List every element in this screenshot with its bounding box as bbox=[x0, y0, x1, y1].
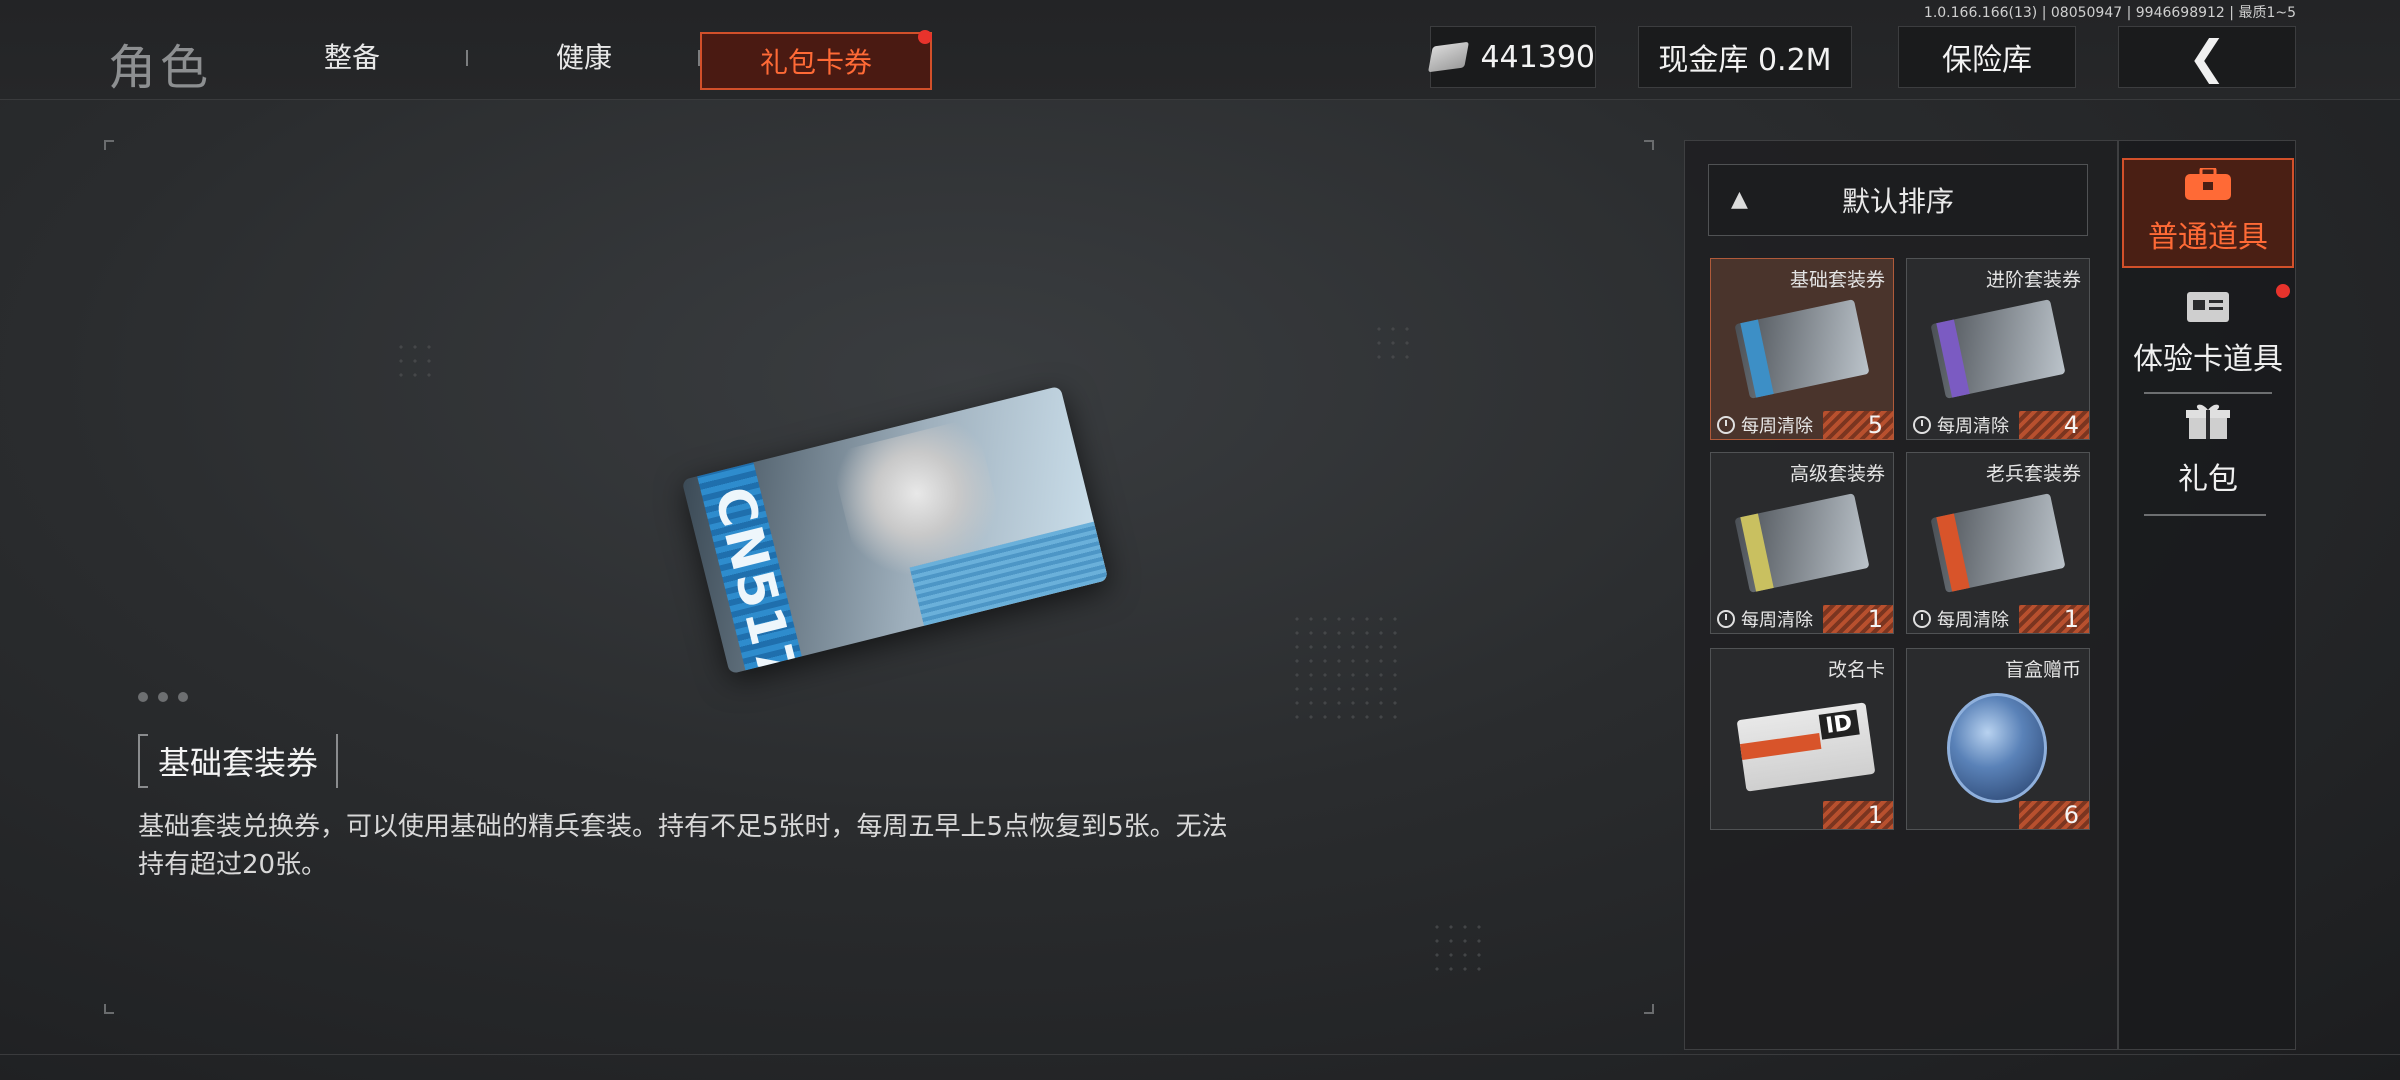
category-tab-gift-packs[interactable]: 礼包 bbox=[2122, 398, 2294, 508]
pagination-dots bbox=[138, 692, 188, 702]
cash-icon bbox=[1427, 41, 1470, 73]
inventory-item-advanced-voucher[interactable]: 进阶套装券 每周清除 4 bbox=[1906, 258, 2090, 440]
toolbox-icon bbox=[2185, 168, 2231, 200]
bottom-divider bbox=[0, 1054, 2400, 1055]
notification-dot bbox=[918, 30, 932, 44]
weekly-reset-tag: 每周清除 bbox=[1741, 416, 1813, 437]
decor-dots bbox=[1290, 612, 1400, 722]
item-name: 基础套装券 bbox=[138, 734, 339, 788]
gift-icon bbox=[2186, 404, 2230, 439]
item-count: 6 bbox=[2019, 801, 2089, 829]
currency-display: 441390 bbox=[1427, 26, 1596, 88]
corner-bracket bbox=[1644, 1004, 1654, 1014]
inventory-item-senior-voucher[interactable]: 高级套装券 每周清除 1 bbox=[1710, 452, 1894, 634]
trial-card-icon bbox=[2187, 292, 2229, 322]
slot-name: 改名卡 bbox=[1827, 659, 1885, 681]
currency-value: 441390 bbox=[1480, 39, 1595, 75]
tab-gift-vouchers[interactable]: 礼包卡券 bbox=[700, 32, 932, 90]
back-arrow-icon: ❮ bbox=[2187, 30, 2227, 84]
coin-icon bbox=[1947, 693, 2047, 803]
corner-bracket bbox=[104, 1004, 114, 1014]
clock-icon bbox=[1717, 416, 1735, 434]
slot-name: 老兵套装券 bbox=[1985, 463, 2081, 485]
tab-divider bbox=[2144, 392, 2272, 394]
decor-dots bbox=[394, 340, 436, 382]
category-tab-common-items[interactable]: 普通道具 bbox=[2122, 158, 2294, 268]
category-label: 体验卡道具 bbox=[2133, 342, 2283, 377]
card-code: CN517 bbox=[701, 481, 809, 675]
inventory-item-basic-voucher[interactable]: 基础套装券 每周清除 5 bbox=[1710, 258, 1894, 440]
category-panel bbox=[2118, 140, 2296, 1050]
weekly-reset-tag: 每周清除 bbox=[1937, 416, 2009, 437]
category-label: 普通道具 bbox=[2148, 220, 2268, 255]
item-count: 4 bbox=[2019, 411, 2089, 439]
voucher-card-icon bbox=[1734, 299, 1870, 399]
sort-dropdown[interactable]: ▲ 默认排序 bbox=[1708, 164, 2088, 236]
page-title: 角色 bbox=[108, 40, 213, 96]
item-count: 5 bbox=[1823, 411, 1893, 439]
category-tab-trial-cards[interactable]: 体验卡道具 bbox=[2122, 278, 2294, 388]
featured-voucher-card: CN517 bbox=[681, 385, 1109, 675]
weekly-reset-tag: 每周清除 bbox=[1741, 610, 1813, 631]
tab-divider bbox=[2144, 514, 2266, 516]
inventory-item-blindbox-coin[interactable]: 盲盒赠币 6 bbox=[1906, 648, 2090, 830]
chevron-up-icon: ▲ bbox=[1731, 187, 1748, 212]
voucher-card-icon bbox=[1930, 493, 2066, 593]
inventory-item-veteran-voucher[interactable]: 老兵套装券 每周清除 1 bbox=[1906, 452, 2090, 634]
slot-name: 基础套装券 bbox=[1789, 269, 1885, 291]
decor-dots bbox=[1430, 920, 1486, 976]
weekly-reset-tag: 每周清除 bbox=[1937, 610, 2009, 631]
voucher-card-icon bbox=[1930, 299, 2066, 399]
cash-vault-label: 现金库 0.2M bbox=[1658, 43, 1832, 78]
version-info: 1.0.166.166(13) | 08050947 | 9946698912 … bbox=[1923, 5, 2296, 21]
category-label: 礼包 bbox=[2178, 462, 2238, 497]
id-card-icon: ID bbox=[1736, 702, 1876, 792]
item-count: 1 bbox=[2019, 605, 2089, 633]
tab-gift-vouchers-label: 礼包卡券 bbox=[759, 46, 872, 79]
slot-name: 进阶套装券 bbox=[1985, 269, 2081, 291]
tab-divider bbox=[466, 50, 468, 66]
clock-icon bbox=[1717, 610, 1735, 628]
voucher-card-icon bbox=[1734, 493, 1870, 593]
tab-health[interactable]: 健康 bbox=[556, 36, 612, 76]
item-count: 1 bbox=[1823, 605, 1893, 633]
clock-icon bbox=[1913, 610, 1931, 628]
corner-bracket bbox=[104, 140, 114, 150]
tab-equip[interactable]: 整备 bbox=[324, 36, 380, 76]
back-button[interactable]: ❮ bbox=[2118, 26, 2296, 88]
safe-box-label: 保险库 bbox=[1942, 43, 2032, 78]
slot-name: 高级套装券 bbox=[1789, 463, 1885, 485]
safe-box-button[interactable]: 保险库 bbox=[1898, 26, 2076, 88]
cash-vault-button[interactable]: 现金库 0.2M bbox=[1638, 26, 1852, 88]
item-description: 基础套装兑换券，可以使用基础的精兵套装。持有不足5张时，每周五早上5点恢复到5张… bbox=[138, 812, 1228, 880]
decor-dots bbox=[1372, 322, 1414, 364]
notification-dot bbox=[2276, 284, 2290, 298]
sort-label: 默认排序 bbox=[1841, 185, 1954, 218]
item-count: 1 bbox=[1823, 801, 1893, 829]
inventory-item-rename-card[interactable]: 改名卡 ID 1 bbox=[1710, 648, 1894, 830]
slot-name: 盲盒赠币 bbox=[2004, 659, 2081, 681]
corner-bracket bbox=[1644, 140, 1654, 150]
clock-icon bbox=[1913, 416, 1931, 434]
